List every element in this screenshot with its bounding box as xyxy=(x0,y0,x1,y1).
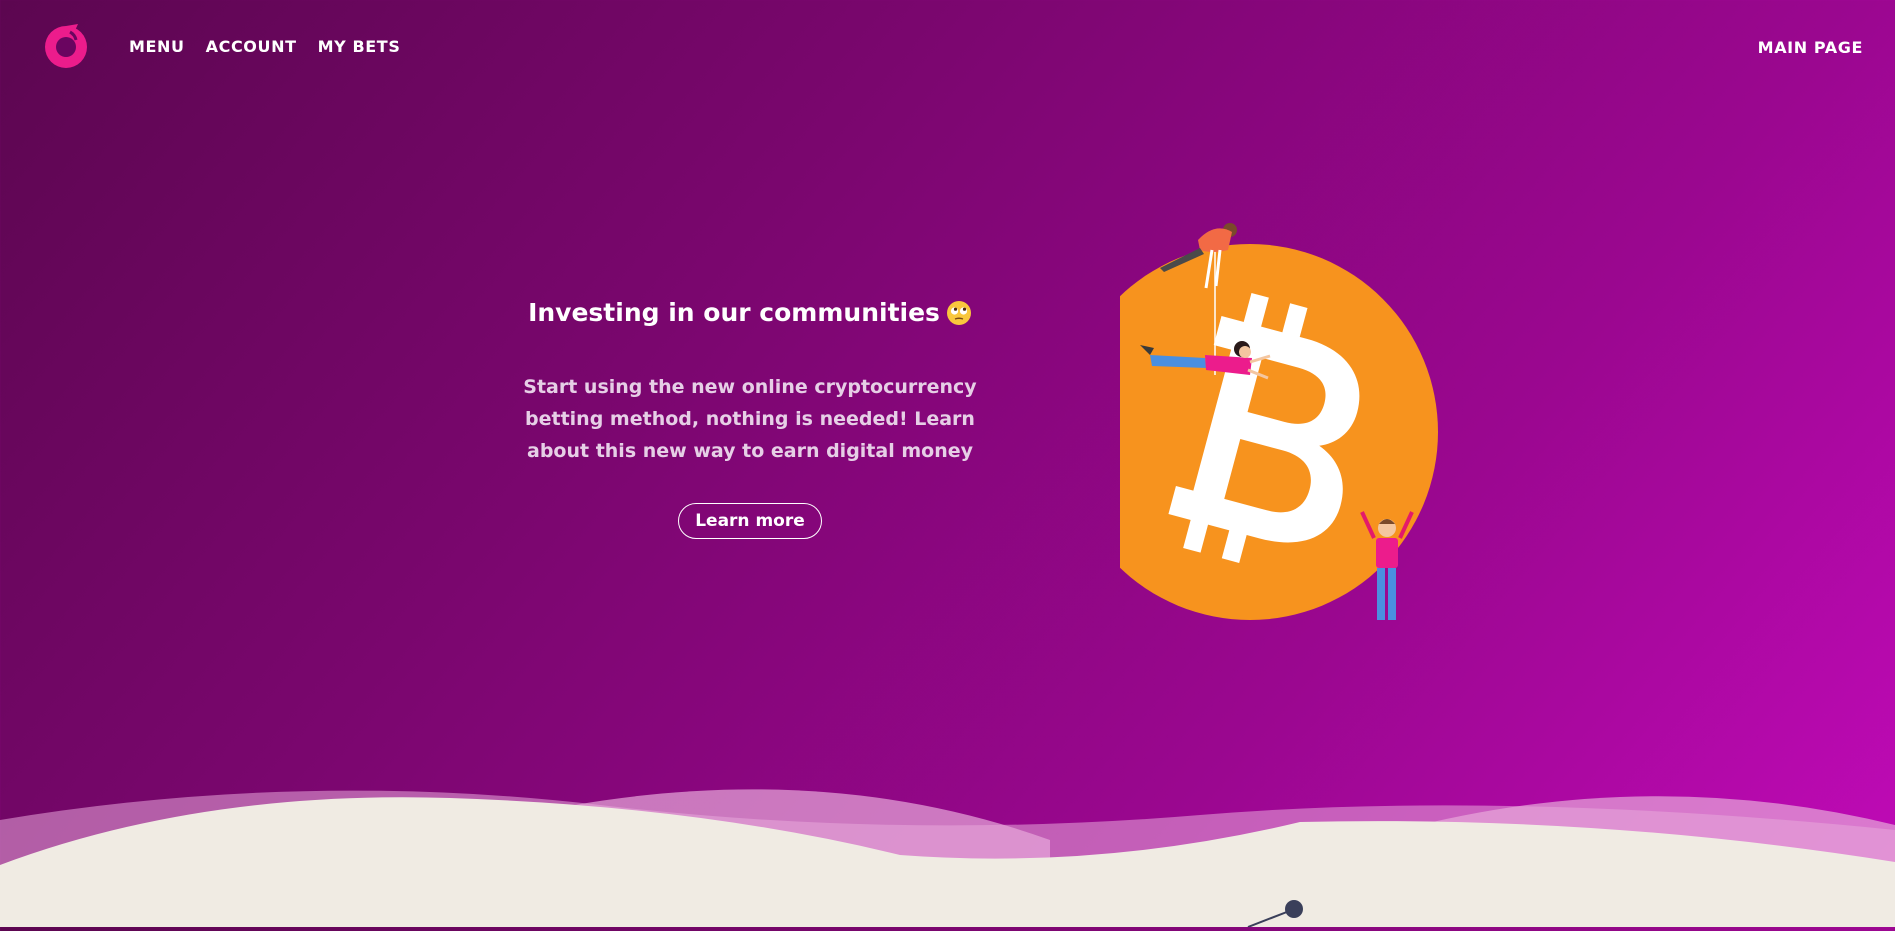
nav-link-my-bets[interactable]: MY BETS xyxy=(318,37,401,56)
logo-icon[interactable] xyxy=(40,20,92,72)
rolling-eyes-emoji-icon xyxy=(946,300,972,326)
hero-description: Start using the new online cryptocurrenc… xyxy=(523,376,977,462)
hero-title-text: Investing in our communities xyxy=(528,298,940,327)
nav-link-account[interactable]: ACCOUNT xyxy=(206,37,297,56)
hero-title: Investing in our communities xyxy=(528,298,972,327)
nav-menu: MENU ACCOUNT MY BETS xyxy=(129,37,400,56)
learn-more-button[interactable]: Learn more xyxy=(678,503,822,539)
bottom-waves-decoration xyxy=(0,760,1895,928)
nav-link-main-page[interactable]: MAIN PAGE xyxy=(1758,38,1863,57)
nav-link-menu[interactable]: MENU xyxy=(129,37,185,56)
bitcoin-illustration xyxy=(1062,210,1450,630)
hero-section: Investing in our communities Start using… xyxy=(500,298,1000,539)
top-navigation: MENU ACCOUNT MY BETS MAIN PAGE xyxy=(0,0,1895,95)
